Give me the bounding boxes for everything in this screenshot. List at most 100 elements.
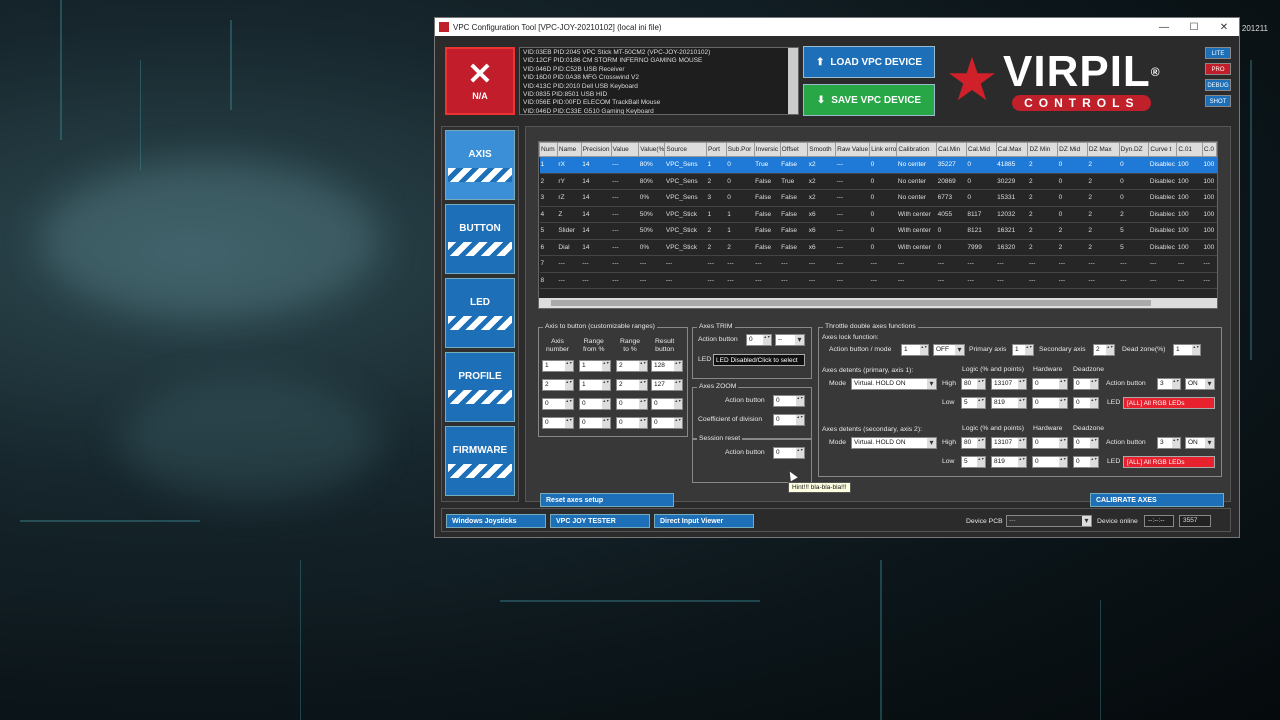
table-header-cell[interactable]: DZ Max xyxy=(1086,142,1120,157)
load-device-button[interactable]: ⬆ LOAD VPC DEVICE xyxy=(803,46,935,78)
table-header-cell[interactable]: Sub.Por xyxy=(725,142,755,157)
table-header-cell[interactable]: Dyn.DZ xyxy=(1118,142,1150,157)
trim-action-input[interactable]: 0 xyxy=(746,334,772,346)
device-list-item[interactable]: VID:03EB PID:2045 VPC Stick MT-50CM2 (VP… xyxy=(523,49,795,57)
table-header-cell[interactable]: DZ Min xyxy=(1027,142,1059,157)
table-row[interactable]: 6 Dial 14 --- 0% VPC_Stick 2 2 False False x6 --- 0 W… xyxy=(539,239,1217,256)
scroll-thumb[interactable] xyxy=(551,300,1151,306)
table-header-cell[interactable]: DZ Mid xyxy=(1057,142,1088,157)
detent-action-mode-select[interactable]: ON xyxy=(1185,378,1215,390)
table-header-cell[interactable]: Cal.Min xyxy=(936,142,967,157)
atb-input[interactable]: 0 xyxy=(651,398,683,410)
windows-joysticks-button[interactable]: Windows Joysticks xyxy=(446,514,546,528)
nav-firmware[interactable]: FIRMWARE xyxy=(445,426,515,496)
table-header-cell[interactable]: C.0 xyxy=(1201,142,1217,157)
table-row[interactable]: 4 Z 14 --- 50% VPC_Stick 1 1 False False x6 --- 0 Wit… xyxy=(539,206,1217,223)
detent-led-selector[interactable]: [ALL] All RGB LEDs xyxy=(1123,397,1215,409)
high-hardware-input[interactable]: 0 xyxy=(1032,378,1068,390)
trim-led-selector[interactable]: LED Disabled/Click to select xyxy=(713,354,805,366)
save-device-button[interactable]: ⬇ SAVE VPC DEVICE xyxy=(803,84,935,116)
atb-input[interactable]: 0 xyxy=(579,398,611,410)
lock-mode-select[interactable]: OFF xyxy=(933,344,965,356)
atb-input[interactable]: 2 xyxy=(542,379,574,391)
close-button[interactable]: ✕ xyxy=(1209,22,1239,33)
device-list-item[interactable]: VID:16D0 PID:0A38 MFG Crosswind V2 xyxy=(523,74,795,82)
device-list-item[interactable]: VID:0835 PID:8501 USB HID xyxy=(523,91,795,99)
table-header-cell[interactable]: Cal.Max xyxy=(995,142,1029,157)
low-points-input[interactable]: 819 xyxy=(991,397,1027,409)
atb-input[interactable]: 1 xyxy=(579,379,611,391)
mode-shot-button[interactable]: SHOT xyxy=(1205,95,1231,107)
atb-input[interactable]: 1 xyxy=(579,360,611,372)
table-header-cell[interactable]: Port xyxy=(706,142,727,157)
atb-input[interactable]: 2 xyxy=(616,360,648,372)
low-hardware-input[interactable]: 0 xyxy=(1032,397,1068,409)
detent-led-selector[interactable]: [ALL] All RGB LEDs xyxy=(1123,456,1215,468)
table-header-cell[interactable]: Offset xyxy=(779,142,809,157)
device-list[interactable]: VID:03EB PID:2045 VPC Stick MT-50CM2 (VP… xyxy=(519,47,799,115)
table-header-cell[interactable]: C.01 xyxy=(1176,142,1203,157)
mode-lite-button[interactable]: LITE xyxy=(1205,47,1231,59)
table-header-cell[interactable]: Calibration xyxy=(896,142,938,157)
low-points-input[interactable]: 819 xyxy=(991,456,1027,468)
reset-axes-button[interactable]: Reset axes setup xyxy=(540,493,674,507)
calibrate-axes-button[interactable]: CALIBRATE AXES xyxy=(1090,493,1224,507)
table-hscrollbar[interactable] xyxy=(539,298,1217,308)
high-points-input[interactable]: 13107 xyxy=(991,378,1027,390)
table-row[interactable]: 3 rZ 14 --- 0% VPC_Sens 3 0 False False x2 --- 0 No c… xyxy=(539,189,1217,207)
high-points-input[interactable]: 13107 xyxy=(991,437,1027,449)
device-list-item[interactable]: VID:046D PID:C52B USB Receiver xyxy=(523,66,795,74)
nav-axis[interactable]: AXIS xyxy=(445,130,515,200)
nav-led[interactable]: LED xyxy=(445,278,515,348)
table-header-cell[interactable]: Smooth xyxy=(807,142,837,157)
lock-action-input[interactable]: 1 xyxy=(901,344,929,356)
table-header-cell[interactable]: Precision xyxy=(580,142,612,157)
table-header-cell[interactable]: Value(% xyxy=(638,142,666,157)
primary-axis-input[interactable]: 1 xyxy=(1012,344,1034,356)
table-header-cell[interactable]: Source xyxy=(664,142,708,157)
mode-pro-button[interactable]: PRO xyxy=(1205,63,1231,75)
table-row[interactable]: 1 rX 14 --- 80% VPC_Sens 1 0 True False x2 --- 0 No c… xyxy=(539,156,1217,174)
table-header-cell[interactable]: Curve t xyxy=(1148,142,1178,157)
axes-table[interactable]: Num Name Precision Value Value(% Source Port Su… xyxy=(538,141,1218,309)
low-hardware-input[interactable]: 0 xyxy=(1032,456,1068,468)
device-list-item[interactable]: VID:413C PID:2010 Dell USB Keyboard xyxy=(523,83,795,91)
direct-input-viewer-button[interactable]: Direct Input Viewer xyxy=(654,514,754,528)
table-header-cell[interactable]: Raw Value xyxy=(835,142,871,157)
trim-mode-select[interactable]: -- xyxy=(775,334,805,346)
table-row[interactable]: 8 --- --- --- --- --- --- --- --- --- --- --- --- ---… xyxy=(539,272,1217,289)
atb-input[interactable]: 128 xyxy=(651,360,683,372)
vpc-joy-tester-button[interactable]: VPC JOY TESTER xyxy=(550,514,650,528)
secondary-axis-input[interactable]: 2 xyxy=(1093,344,1115,356)
table-header-cell[interactable]: Cal.Mid xyxy=(965,142,997,157)
nav-button[interactable]: BUTTON xyxy=(445,204,515,274)
atb-input[interactable]: 0 xyxy=(542,398,574,410)
device-pcb-select[interactable]: --- xyxy=(1006,515,1092,527)
detent-mode-select[interactable]: Virtual. HOLD ON xyxy=(851,378,937,390)
high-hardware-input[interactable]: 0 xyxy=(1032,437,1068,449)
mode-debug-button[interactable]: DEBUG xyxy=(1205,79,1231,91)
high-percent-input[interactable]: 80 xyxy=(961,437,986,449)
table-header-cell[interactable]: Name xyxy=(556,142,582,157)
reset-action-input[interactable]: 0 xyxy=(773,447,805,459)
table-row[interactable]: 5 Slider 14 --- 50% VPC_Stick 2 1 False False x6 --… xyxy=(539,222,1217,240)
high-deadzone-input[interactable]: 0 xyxy=(1073,437,1099,449)
atb-input[interactable]: 0 xyxy=(616,417,648,429)
device-list-item[interactable]: VID:056E PID:00FD ELECOM TrackBall Mouse xyxy=(523,99,795,107)
detent-action-input[interactable]: 3 xyxy=(1157,437,1181,449)
low-percent-input[interactable]: 5 xyxy=(961,397,986,409)
atb-input[interactable]: 0 xyxy=(651,417,683,429)
table-row[interactable]: 2 rY 14 --- 80% VPC_Sens 2 0 False True x2 --- 0 No c… xyxy=(539,173,1217,190)
atb-input[interactable]: 0 xyxy=(616,398,648,410)
atb-input[interactable]: 127 xyxy=(651,379,683,391)
device-list-scrollbar[interactable] xyxy=(788,48,798,114)
device-list-item[interactable]: VID:12CF PID:0186 CM STORM INFERNO GAMIN… xyxy=(523,57,795,65)
nav-profile[interactable]: PROFILE xyxy=(445,352,515,422)
high-deadzone-input[interactable]: 0 xyxy=(1073,378,1099,390)
maximize-button[interactable]: ☐ xyxy=(1179,22,1209,33)
low-deadzone-input[interactable]: 0 xyxy=(1073,456,1099,468)
atb-input[interactable]: 2 xyxy=(616,379,648,391)
table-header-cell[interactable]: Value xyxy=(610,142,640,157)
detent-mode-select[interactable]: Virtual. HOLD ON xyxy=(851,437,937,449)
table-header-cell[interactable]: Num xyxy=(539,142,558,157)
